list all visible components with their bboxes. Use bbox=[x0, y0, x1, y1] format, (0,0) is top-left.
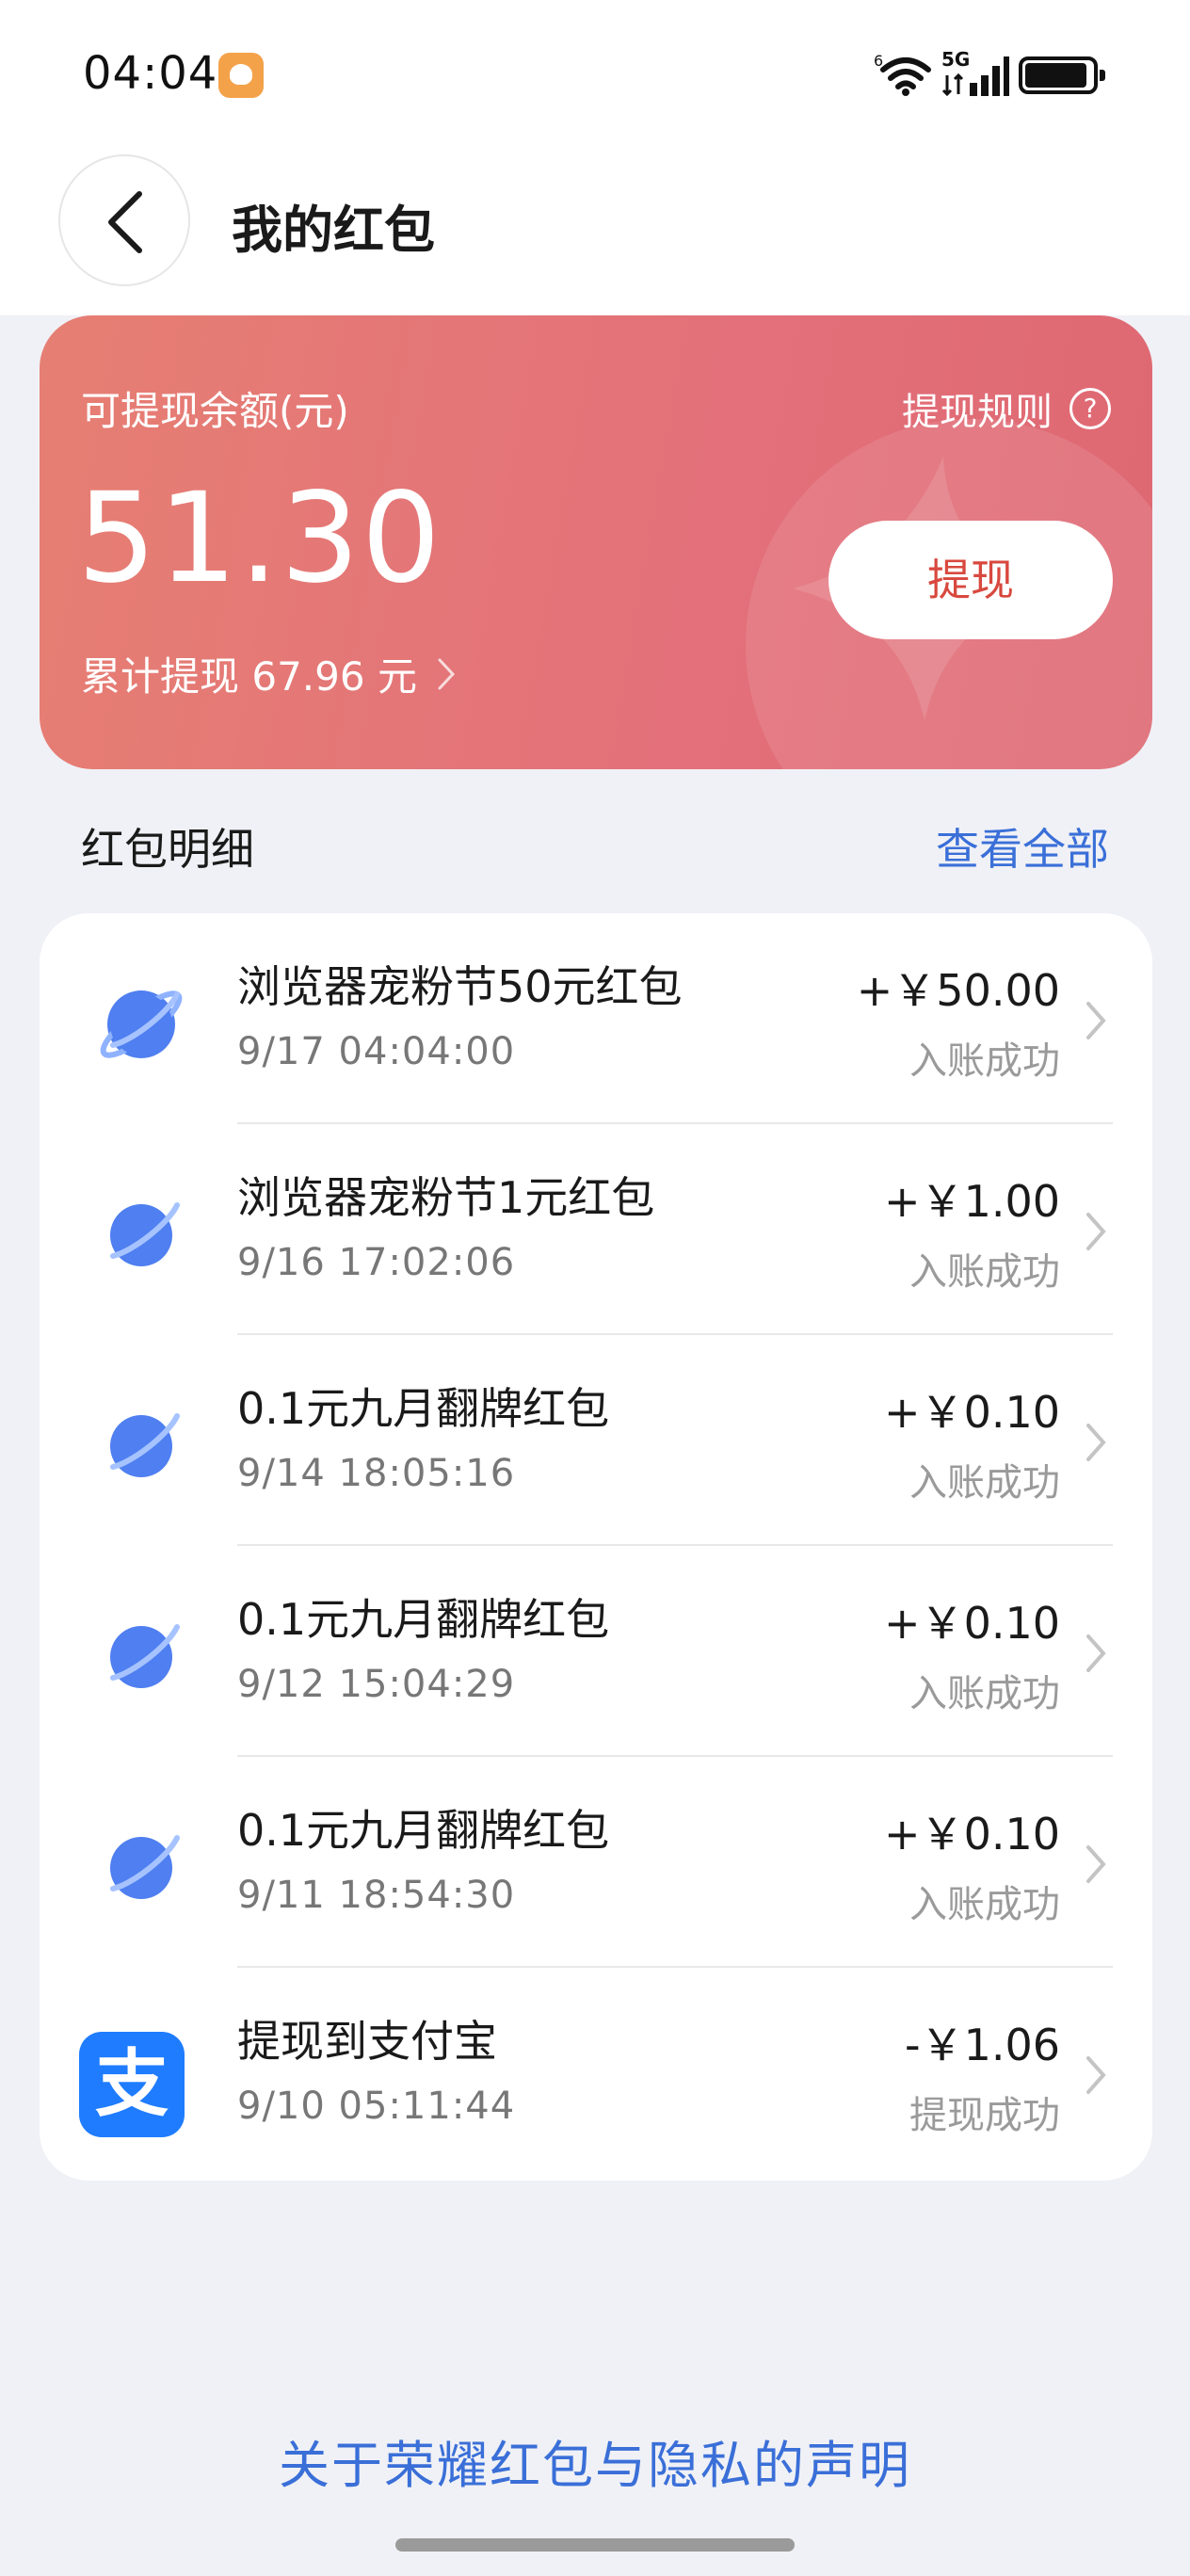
red-packet-page: 04:04 6 5G 我的红包 可提现余额(元) 提现规则 ? 51.30 提现… bbox=[0, 0, 1190, 2576]
browser-planet-icon bbox=[110, 1624, 180, 1688]
alipay-icon: 支 bbox=[79, 2032, 185, 2137]
network-type: 5G bbox=[941, 49, 970, 71]
transaction-list: 浏览器宠粉节50元红包 9/17 04:04:00 +￥50.00 入账成功 浏… bbox=[40, 913, 1152, 2181]
back-button[interactable] bbox=[58, 154, 190, 286]
chevron-right-icon bbox=[438, 658, 456, 689]
page-header: 我的红包 bbox=[0, 151, 1190, 315]
chevron-right-icon bbox=[1086, 2056, 1106, 2094]
balance-amount: 51.30 bbox=[77, 466, 442, 611]
back-arrow-icon bbox=[108, 191, 142, 253]
page-title: 我的红包 bbox=[232, 201, 435, 260]
list-item[interactable]: 0.1元九月翻牌红包 9/12 15:04:29 +￥0.10 入账成功 bbox=[40, 1546, 1152, 1757]
balance-card: 可提现余额(元) 提现规则 ? 51.30 提现 累计提现 67.96 元 bbox=[40, 315, 1152, 769]
item-title: 0.1元九月翻牌红包 bbox=[237, 1383, 610, 1434]
item-title: 浏览器宠粉节50元红包 bbox=[237, 961, 683, 1012]
withdraw-button[interactable]: 提现 bbox=[828, 521, 1113, 639]
status-time: 04:04 bbox=[83, 47, 218, 100]
chevron-right-icon bbox=[1086, 1845, 1106, 1883]
status-bar: 04:04 6 5G bbox=[0, 0, 1190, 151]
list-item[interactable]: 0.1元九月翻牌红包 9/11 18:54:30 +￥0.10 入账成功 bbox=[40, 1757, 1152, 1968]
item-amount: +￥50.00 bbox=[856, 965, 1060, 1016]
item-title: 浏览器宠粉节1元红包 bbox=[237, 1172, 655, 1223]
list-item[interactable]: 0.1元九月翻牌红包 9/14 18:05:16 +￥0.10 入账成功 bbox=[40, 1335, 1152, 1546]
home-indicator[interactable] bbox=[395, 2538, 795, 2552]
cellular-signal-icon: 5G bbox=[941, 49, 1009, 97]
chevron-right-icon bbox=[1086, 1213, 1106, 1250]
browser-planet-icon bbox=[110, 1413, 180, 1477]
item-time: 9/10 05:11:44 bbox=[237, 2085, 516, 2128]
balance-label: 可提现余额(元) bbox=[81, 388, 349, 434]
wifi-label: 6 bbox=[874, 52, 883, 70]
view-all-link[interactable]: 查看全部 bbox=[936, 815, 1109, 877]
browser-planet-icon bbox=[100, 990, 183, 1058]
help-icon: ? bbox=[1069, 388, 1111, 429]
item-status: 入账成功 bbox=[909, 1883, 1060, 1926]
item-title: 0.1元九月翻牌红包 bbox=[237, 1594, 610, 1645]
item-title: 0.1元九月翻牌红包 bbox=[237, 1805, 610, 1856]
chevron-right-icon bbox=[1086, 1634, 1106, 1672]
item-status: 入账成功 bbox=[909, 1250, 1060, 1294]
list-item[interactable]: 浏览器宠粉节50元红包 9/17 04:04:00 +￥50.00 入账成功 bbox=[40, 913, 1152, 1124]
list-item[interactable]: 浏览器宠粉节1元红包 9/16 17:02:06 +￥1.00 入账成功 bbox=[40, 1124, 1152, 1335]
withdraw-rules-link[interactable]: 提现规则 ? bbox=[902, 381, 1111, 436]
privacy-statement-link[interactable]: 关于荣耀红包与隐私的声明 bbox=[0, 2423, 1190, 2498]
item-time: 9/11 18:54:30 bbox=[237, 1874, 516, 1917]
item-time: 9/17 04:04:00 bbox=[237, 1030, 516, 1073]
cumulative-withdraw-link[interactable]: 累计提现 67.96 元 bbox=[81, 645, 457, 702]
item-status: 提现成功 bbox=[909, 2094, 1060, 2137]
browser-planet-icon bbox=[110, 1835, 180, 1899]
item-time: 9/12 15:04:29 bbox=[237, 1663, 516, 1706]
item-time: 9/14 18:05:16 bbox=[237, 1452, 516, 1495]
item-amount: +￥1.00 bbox=[884, 1176, 1060, 1227]
item-amount: +￥0.10 bbox=[884, 1809, 1060, 1860]
chevron-right-icon bbox=[1086, 1424, 1106, 1461]
cumulative-withdraw-text: 累计提现 67.96 元 bbox=[81, 653, 417, 700]
item-amount: +￥0.10 bbox=[884, 1387, 1060, 1438]
withdraw-rules-label: 提现规则 bbox=[902, 391, 1053, 434]
notification-app-icon bbox=[218, 53, 264, 98]
list-item[interactable]: 支 提现到支付宝 9/10 05:11:44 -￥1.06 提现成功 bbox=[40, 1968, 1152, 2179]
item-amount: +￥0.10 bbox=[884, 1598, 1060, 1649]
item-title: 提现到支付宝 bbox=[237, 2016, 497, 2067]
details-section-title: 红包明细 bbox=[81, 824, 254, 875]
wifi-icon: 6 bbox=[874, 52, 931, 96]
item-status: 入账成功 bbox=[909, 1039, 1060, 1083]
chevron-right-icon bbox=[1086, 1002, 1106, 1039]
item-status: 入账成功 bbox=[909, 1672, 1060, 1715]
item-time: 9/16 17:02:06 bbox=[237, 1241, 516, 1284]
item-status: 入账成功 bbox=[909, 1461, 1060, 1505]
browser-planet-icon bbox=[110, 1202, 180, 1266]
battery-icon bbox=[1019, 56, 1105, 94]
item-amount: -￥1.06 bbox=[904, 2020, 1060, 2070]
